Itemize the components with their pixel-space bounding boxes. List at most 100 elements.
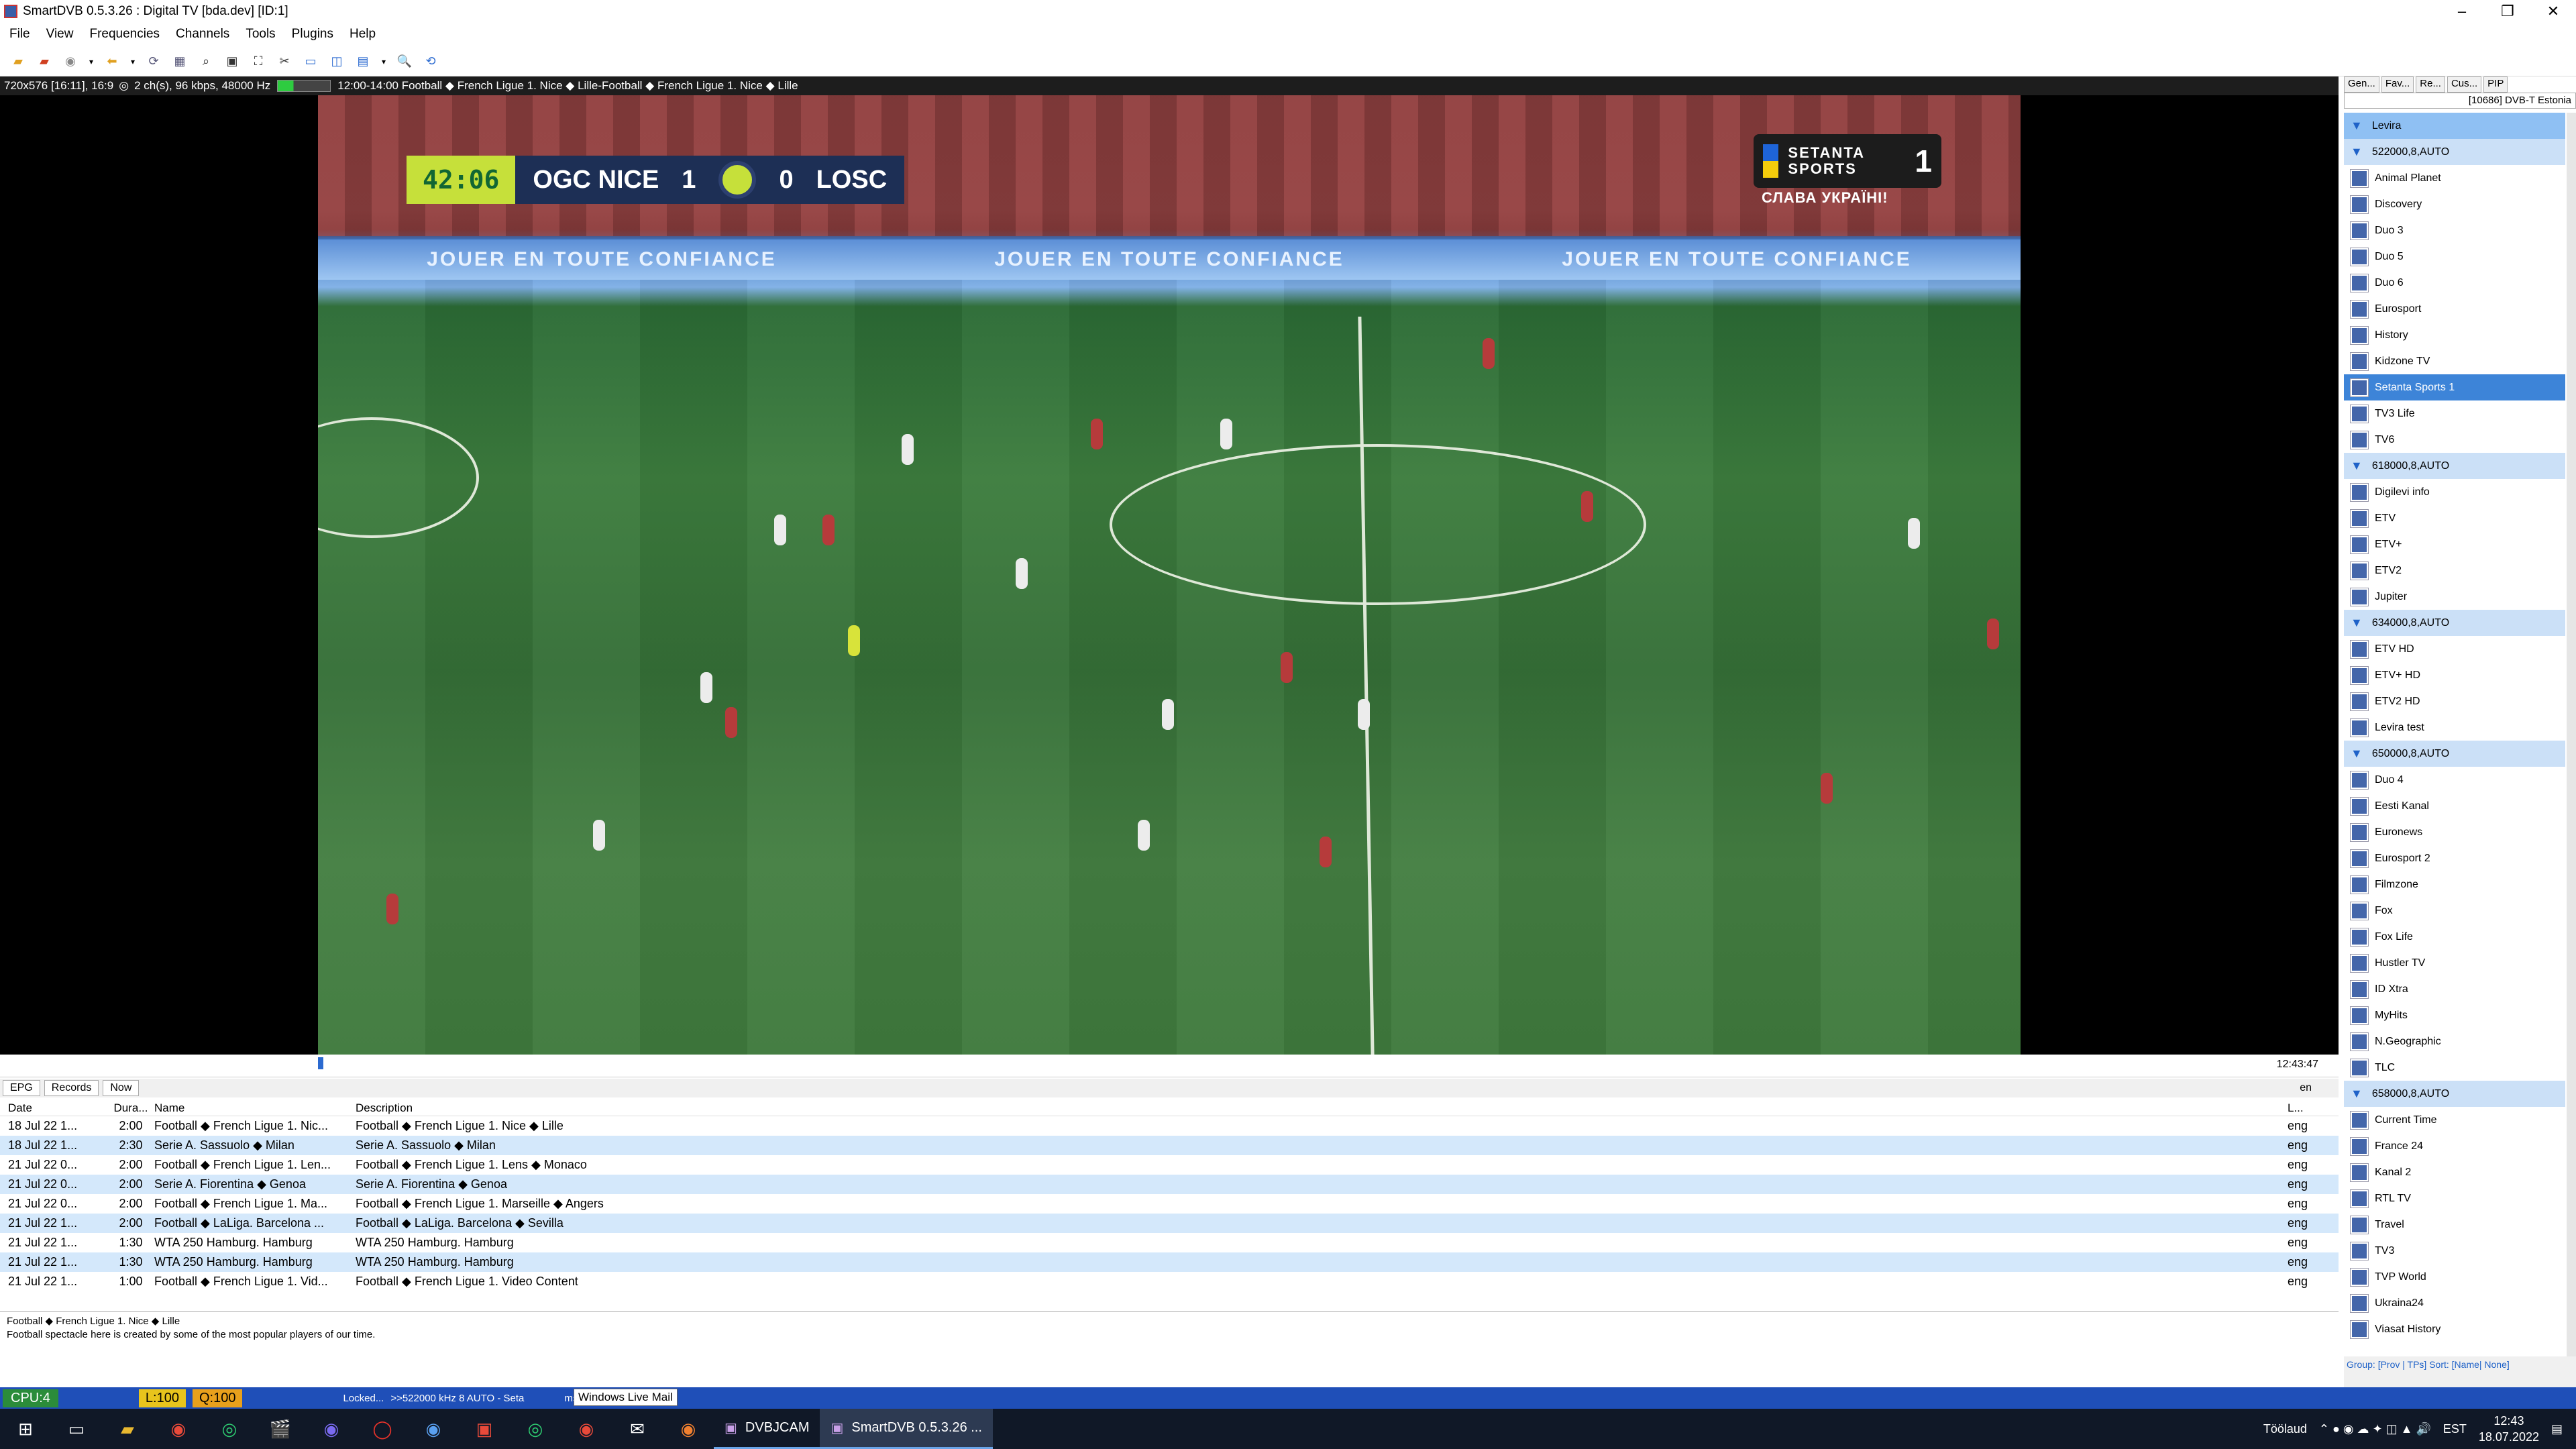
file-explorer-icon[interactable]: ▰ <box>114 1415 141 1442</box>
collapse-arrow-icon[interactable]: ▼ <box>2351 1087 2363 1101</box>
table-row[interactable]: 21 Jul 22 0... 2:00 Football ◆ French Ligu… <box>0 1155 2339 1175</box>
channel-group[interactable]: ▼ Levira <box>2344 113 2565 139</box>
channel-item[interactable]: ETV+ HD <box>2344 662 2565 688</box>
collapse-arrow-icon[interactable]: ▼ <box>2351 119 2363 133</box>
app-icon[interactable]: ◎ <box>522 1415 549 1442</box>
channel-item[interactable]: ETV2 HD <box>2344 688 2565 714</box>
menu-tools[interactable]: Tools <box>246 27 275 42</box>
channel-item[interactable]: TV3 Life <box>2344 400 2565 427</box>
channel-scrollbar[interactable] <box>2567 113 2576 1356</box>
channel-item[interactable]: ETV+ <box>2344 531 2565 557</box>
channel-item[interactable]: Fox <box>2344 898 2565 924</box>
channel-item[interactable]: MyHits <box>2344 1002 2565 1028</box>
zoom-icon[interactable]: 🔍 <box>394 52 415 72</box>
channel-group[interactable]: ▼ 658000,8,AUTO <box>2344 1081 2565 1107</box>
col-date[interactable]: Date <box>0 1102 107 1115</box>
menu-help[interactable]: Help <box>350 27 376 42</box>
grid-icon[interactable]: ▦ <box>170 52 190 72</box>
record-folder-icon[interactable]: ▰ <box>34 52 54 72</box>
channel-item[interactable]: TVP World <box>2344 1264 2565 1290</box>
channel-item[interactable]: Hustler TV <box>2344 950 2565 976</box>
channel-item[interactable]: Duo 3 <box>2344 217 2565 244</box>
collapse-arrow-icon[interactable]: ▼ <box>2351 145 2363 159</box>
channel-item[interactable]: ID Xtra <box>2344 976 2565 1002</box>
collapse-arrow-icon[interactable]: ▼ <box>2351 747 2363 761</box>
minimize-button[interactable]: – <box>2439 0 2485 23</box>
windows-start-icon[interactable]: ⊞ <box>12 1415 39 1442</box>
channel-group[interactable]: ▼ 650000,8,AUTO <box>2344 741 2565 767</box>
tab-custom[interactable]: Cus... <box>2447 76 2482 93</box>
dropdown-icon[interactable]: ▾ <box>379 52 388 72</box>
menu-frequencies[interactable]: Frequencies <box>89 27 160 42</box>
tab-general[interactable]: Gen... <box>2344 76 2379 93</box>
tab-records[interactable]: Records <box>44 1080 99 1096</box>
channel-item[interactable]: RTL TV <box>2344 1185 2565 1212</box>
refresh-icon[interactable]: ⟳ <box>144 52 164 72</box>
video-editor-icon[interactable]: 🎬 <box>267 1415 294 1442</box>
tab-now[interactable]: Now <box>103 1080 140 1096</box>
record-icon[interactable]: ◉ <box>60 52 80 72</box>
channel-item[interactable]: ETV2 <box>2344 557 2565 584</box>
app-icon[interactable]: ◉ <box>318 1415 345 1442</box>
table-row[interactable]: 21 Jul 22 1... 1:30 WTA 250 Hamburg. Hambu… <box>0 1233 2339 1252</box>
channel-item[interactable]: TLC <box>2344 1055 2565 1081</box>
channel-item[interactable]: Setanta Sports 1 <box>2344 374 2565 400</box>
open-folder-icon[interactable]: ▰ <box>8 52 28 72</box>
channel-item[interactable]: Discovery <box>2344 191 2565 217</box>
col-duration[interactable]: Dura... <box>107 1102 154 1115</box>
menu-file[interactable]: File <box>9 27 30 42</box>
channel-item[interactable]: Kanal 2 <box>2344 1159 2565 1185</box>
seek-handle[interactable] <box>318 1057 323 1069</box>
channel-item[interactable]: Eesti Kanal <box>2344 793 2565 819</box>
col-description[interactable]: Description <box>356 1102 2288 1115</box>
mail-icon[interactable]: ✉ <box>624 1415 651 1442</box>
tab-pip[interactable]: PIP <box>2483 76 2508 93</box>
window-icon[interactable]: ▭ <box>301 52 321 72</box>
channel-item[interactable]: Travel <box>2344 1212 2565 1238</box>
tray-icons[interactable]: ⌃ ● ◉ ☁ ✦ ◫ ▲ 🔊 <box>2319 1422 2431 1436</box>
tab-recent[interactable]: Re... <box>2416 76 2445 93</box>
taskbar-task[interactable]: ▣ SmartDVB 0.5.3.26 ... <box>820 1409 993 1449</box>
dropdown-icon[interactable]: ▾ <box>128 52 138 72</box>
channel-item[interactable]: Digilevi info <box>2344 479 2565 505</box>
channel-item[interactable]: TV3 <box>2344 1238 2565 1264</box>
col-name[interactable]: Name <box>154 1102 356 1115</box>
table-row[interactable]: 18 Jul 22 1... 2:30 Serie A. Sassuolo ◆ Mi… <box>0 1136 2339 1155</box>
app-icon[interactable]: ◎ <box>216 1415 243 1442</box>
taskbar-clock[interactable]: 12:43 18.07.2022 <box>2479 1413 2539 1445</box>
fullscreen-icon[interactable]: ⛶ <box>248 52 268 72</box>
channel-item[interactable]: TV6 <box>2344 427 2565 453</box>
seek-bar[interactable]: 12:43:47 <box>0 1055 2339 1077</box>
channel-item[interactable]: France 24 <box>2344 1133 2565 1159</box>
taskbar-task[interactable]: ▣ DVBJCAM <box>714 1409 820 1449</box>
opera-icon[interactable]: ◯ <box>369 1415 396 1442</box>
channel-item[interactable]: ETV <box>2344 505 2565 531</box>
channel-item[interactable]: Duo 6 <box>2344 270 2565 296</box>
app-icon[interactable]: ◉ <box>420 1415 447 1442</box>
channel-item[interactable]: Current Time <box>2344 1107 2565 1133</box>
table-row[interactable]: 18 Jul 22 1... 2:00 Football ◆ French Ligu… <box>0 1116 2339 1136</box>
collapse-arrow-icon[interactable]: ▼ <box>2351 459 2363 473</box>
channel-group[interactable]: ▼ 634000,8,AUTO <box>2344 610 2565 636</box>
channel-item[interactable]: Levira test <box>2344 714 2565 741</box>
tools-icon[interactable]: ✂ <box>274 52 294 72</box>
channel-item[interactable]: Animal Planet <box>2344 165 2565 191</box>
table-row[interactable]: 21 Jul 22 1... 1:00 Football ◆ French Ligu… <box>0 1272 2339 1291</box>
chrome-icon[interactable]: ◉ <box>165 1415 192 1442</box>
channel-item[interactable]: Duo 4 <box>2344 767 2565 793</box>
channel-item[interactable]: Euronews <box>2344 819 2565 845</box>
input-language[interactable]: EST <box>2443 1422 2467 1436</box>
channel-group[interactable]: ▼ 522000,8,AUTO <box>2344 139 2565 165</box>
search-window-icon[interactable]: ⌕ <box>196 52 216 72</box>
channel-item[interactable]: Jupiter <box>2344 584 2565 610</box>
channel-item[interactable]: History <box>2344 322 2565 348</box>
channel-item[interactable]: Ukraina24 <box>2344 1290 2565 1316</box>
tab-epg[interactable]: EPG <box>3 1080 40 1096</box>
network-select[interactable]: [10686] DVB-T Estonia <box>2344 93 2576 109</box>
back-arrow-icon[interactable]: ⬅ <box>102 52 122 72</box>
firefox-icon[interactable]: ◉ <box>675 1415 702 1442</box>
channel-item[interactable]: Filmzone <box>2344 871 2565 898</box>
video-panel[interactable]: JOUER EN TOUTE CONFIANCE JOUER EN TOUTE … <box>0 95 2339 1055</box>
channel-item[interactable]: Kidzone TV <box>2344 348 2565 374</box>
col-language[interactable]: L... <box>2288 1102 2321 1115</box>
